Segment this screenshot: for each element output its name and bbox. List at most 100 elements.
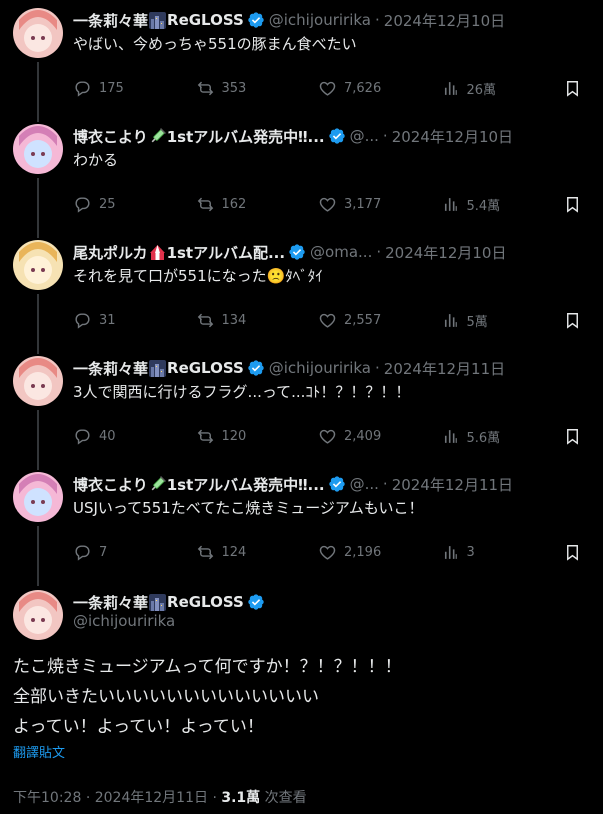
reply-count: 25 (99, 196, 116, 212)
post-date[interactable]: 2024年12月11日 (392, 474, 513, 495)
repost-button[interactable]: 162 (196, 195, 319, 214)
repost-icon (197, 429, 213, 443)
repost-icon (197, 197, 213, 211)
handle[interactable]: @ichijouririka (269, 359, 371, 377)
repost-button[interactable]: 353 (196, 79, 319, 98)
like-button[interactable]: 2,557 (318, 311, 441, 330)
display-name[interactable]: 一条莉々華 ReGLOSS (73, 10, 265, 31)
bookmark-button[interactable] (563, 427, 589, 446)
like-button[interactable]: 2,409 (318, 427, 441, 446)
view-count: 5萬 (466, 314, 488, 330)
heart-icon (319, 81, 336, 96)
avatar[interactable] (13, 590, 63, 640)
avatar[interactable] (13, 124, 63, 174)
syringe-emoji-icon (151, 475, 166, 490)
tweet-actions: 175 353 7,626 26萬 (73, 78, 589, 98)
post-date[interactable]: 2024年12月10日 (384, 10, 505, 31)
views-icon (444, 81, 457, 95)
reply-icon (75, 80, 90, 97)
bookmark-button[interactable] (563, 195, 589, 214)
post-date[interactable]: 2024年12月11日 (384, 358, 505, 379)
reply-tweet[interactable]: 一条莉々華 ReGLOSS @ichijouririka · 2024年12月1… (0, 356, 603, 456)
reply-tweet[interactable]: 一条莉々華 ReGLOSS @ichijouririka · 2024年12月1… (0, 8, 603, 108)
verified-badge-icon (328, 476, 345, 492)
reply-tweet[interactable]: 博衣こより 1stアルバム発売中‼... @... · 2024年12月11日 … (0, 472, 603, 572)
reply-count: 40 (99, 428, 116, 444)
display-name[interactable]: 尾丸ポルカ 1stアルバム配... (73, 242, 306, 263)
avatar[interactable] (13, 356, 63, 406)
views-button[interactable]: 26萬 (441, 79, 564, 98)
syringe-emoji-icon (151, 127, 166, 142)
reply-button[interactable]: 40 (73, 427, 196, 446)
display-name[interactable]: 博衣こより 1stアルバム発売中‼... (73, 474, 346, 495)
display-name-suffix: 1stアルバム発売中‼... (166, 127, 325, 146)
like-count: 3,177 (344, 196, 382, 212)
avatar[interactable] (13, 8, 63, 58)
translate-post-link[interactable]: 翻譯貼文 (13, 742, 65, 761)
display-name[interactable]: 博衣こより 1stアルバム発売中‼... (73, 126, 346, 147)
views-button[interactable]: 5.4萬 (441, 195, 564, 214)
views-label: 次查看 (264, 790, 307, 806)
bookmark-icon (567, 312, 578, 329)
heart-icon (319, 197, 336, 212)
reply-button[interactable]: 31 (73, 311, 196, 330)
tweet-header: 博衣こより 1stアルバム発売中‼... @... · 2024年12月11日 (73, 472, 591, 496)
handle[interactable]: @oma... (310, 243, 372, 261)
separator: · (212, 790, 217, 806)
display-name-text: 博衣こより (73, 127, 148, 146)
main-tweet-header: 一条莉々華 ReGLOSS (73, 590, 591, 614)
repost-button[interactable]: 120 (196, 427, 319, 446)
main-tweet-text: たこ焼きミュージアムって何ですか！？！？！！！ 全部いきたいいいいいいいいいいい… (13, 652, 402, 742)
bookmark-button[interactable] (563, 543, 589, 562)
tweet-actions: 25 162 3,177 5.4萬 (73, 194, 589, 214)
post-date[interactable]: 2024年12月11日 (95, 790, 208, 806)
post-time[interactable]: 下午10:28 (13, 790, 81, 806)
avatar-image (13, 240, 63, 290)
handle[interactable]: @ichijouririka (269, 11, 371, 29)
avatar-image (13, 8, 63, 58)
avatar-image (13, 472, 63, 522)
repost-count: 353 (221, 80, 247, 96)
reply-tweet[interactable]: 尾丸ポルカ 1stアルバム配... @oma... · 2024年12月10日 … (0, 240, 603, 340)
repost-icon (197, 545, 213, 559)
views-button[interactable]: 5萬 (441, 311, 564, 330)
display-name-text: 一条莉々華 (73, 11, 149, 30)
verified-badge-icon (248, 360, 264, 376)
handle[interactable]: @... (350, 475, 379, 493)
view-count: 5.6萬 (466, 430, 501, 446)
reply-icon (75, 312, 90, 329)
like-button[interactable]: 2,196 (318, 543, 441, 562)
post-date[interactable]: 2024年12月10日 (385, 242, 506, 263)
display-name-text: 一条莉々華 (73, 593, 149, 612)
reply-tweet[interactable]: 博衣こより 1stアルバム発売中‼... @... · 2024年12月10日 … (0, 124, 603, 224)
views-button[interactable]: 3 (441, 543, 564, 562)
handle[interactable]: @... (350, 127, 379, 145)
bookmark-button[interactable] (563, 79, 589, 98)
avatar[interactable] (13, 472, 63, 522)
display-name[interactable]: 一条莉々華 ReGLOSS (73, 358, 265, 379)
reply-button[interactable]: 175 (73, 79, 196, 98)
like-count: 2,557 (344, 312, 382, 328)
avatar[interactable] (13, 240, 63, 290)
reply-button[interactable]: 7 (73, 543, 196, 562)
heart-icon (319, 429, 336, 444)
separator: · (376, 243, 382, 261)
display-name[interactable]: 一条莉々華 ReGLOSS (73, 592, 265, 613)
views-button[interactable]: 5.6萬 (441, 427, 564, 446)
heart-icon (319, 313, 336, 328)
repost-button[interactable]: 124 (196, 543, 319, 562)
handle[interactable]: @ichijouririka (73, 612, 175, 630)
reply-button[interactable]: 25 (73, 195, 196, 214)
separator: · (382, 475, 388, 493)
like-button[interactable]: 7,626 (318, 79, 441, 98)
display-name-text: 一条莉々華 (73, 359, 149, 378)
like-button[interactable]: 3,177 (318, 195, 441, 214)
like-count: 2,409 (344, 428, 382, 444)
tweet-actions: 31 134 2,557 5萬 (73, 310, 589, 330)
post-date[interactable]: 2024年12月10日 (392, 126, 513, 147)
verified-badge-icon (248, 594, 264, 610)
bookmark-icon (567, 544, 578, 561)
main-tweet[interactable]: 一条莉々華 ReGLOSS @ichijouririka たこ焼きミュージアムっ… (0, 590, 603, 814)
bookmark-button[interactable] (563, 311, 589, 330)
repost-button[interactable]: 134 (196, 311, 319, 330)
